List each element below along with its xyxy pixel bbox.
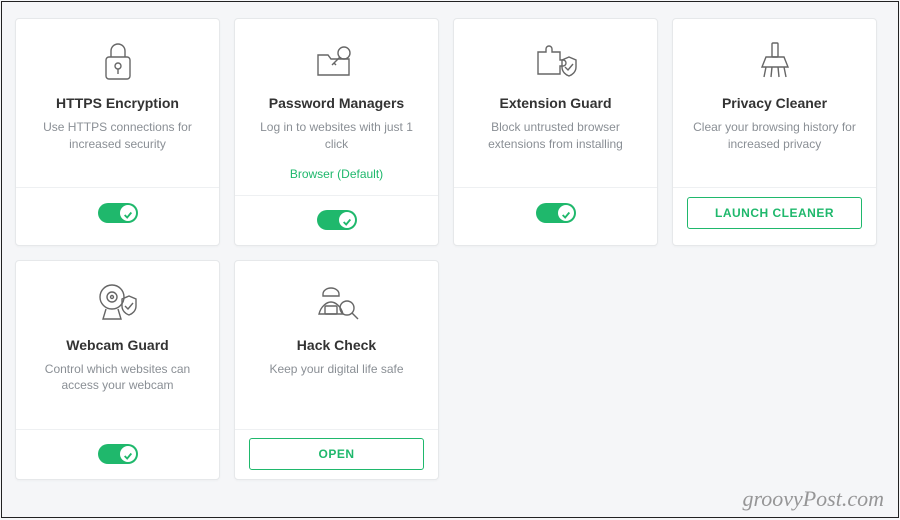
lock-icon — [100, 37, 136, 85]
card-footer — [454, 187, 657, 237]
webcam-shield-icon — [94, 279, 142, 327]
card-extra[interactable]: Browser (Default) — [290, 167, 383, 181]
card-https-encryption: HTTPS Encryption Use HTTPS connections f… — [15, 18, 220, 246]
card-body: Extension Guard Block untrusted browser … — [454, 19, 657, 187]
card-footer: OPEN — [235, 429, 438, 479]
feature-grid: HTTPS Encryption Use HTTPS connections f… — [15, 18, 885, 480]
card-title: Privacy Cleaner — [722, 95, 827, 111]
card-extension-guard: Extension Guard Block untrusted browser … — [453, 18, 658, 246]
card-desc: Log in to websites with just 1 click — [249, 119, 424, 153]
card-webcam-guard: Webcam Guard Control which websites can … — [15, 260, 220, 480]
open-button[interactable]: OPEN — [249, 438, 424, 470]
puzzle-shield-icon — [532, 37, 580, 85]
settings-panel: HTTPS Encryption Use HTTPS connections f… — [1, 1, 899, 518]
card-title: HTTPS Encryption — [56, 95, 179, 111]
card-body: Password Managers Log in to websites wit… — [235, 19, 438, 195]
card-body: Privacy Cleaner Clear your browsing hist… — [673, 19, 876, 187]
launch-cleaner-button[interactable]: LAUNCH CLEANER — [687, 197, 862, 229]
card-desc: Control which websites can access your w… — [30, 361, 205, 395]
card-desc: Keep your digital life safe — [269, 361, 403, 378]
card-desc: Block untrusted browser extensions from … — [468, 119, 643, 153]
toggle-extension-guard[interactable] — [536, 203, 576, 223]
hacker-search-icon — [313, 279, 361, 327]
card-footer: LAUNCH CLEANER — [673, 187, 876, 237]
card-footer — [16, 187, 219, 237]
toggle-webcam-guard[interactable] — [98, 444, 138, 464]
card-title: Hack Check — [297, 337, 376, 353]
card-title: Webcam Guard — [66, 337, 168, 353]
toggle-password-managers[interactable] — [317, 210, 357, 230]
card-privacy-cleaner: Privacy Cleaner Clear your browsing hist… — [672, 18, 877, 246]
toggle-https-encryption[interactable] — [98, 203, 138, 223]
card-footer — [235, 195, 438, 245]
card-title: Password Managers — [269, 95, 404, 111]
card-body: Hack Check Keep your digital life safe — [235, 261, 438, 429]
card-hack-check: Hack Check Keep your digital life safe O… — [234, 260, 439, 480]
card-footer — [16, 429, 219, 479]
key-folder-icon — [314, 37, 360, 85]
card-body: HTTPS Encryption Use HTTPS connections f… — [16, 19, 219, 187]
card-title: Extension Guard — [499, 95, 611, 111]
card-desc: Clear your browsing history for increase… — [687, 119, 862, 153]
card-desc: Use HTTPS connections for increased secu… — [30, 119, 205, 153]
brush-icon — [756, 37, 794, 85]
card-password-managers: Password Managers Log in to websites wit… — [234, 18, 439, 246]
card-body: Webcam Guard Control which websites can … — [16, 261, 219, 429]
